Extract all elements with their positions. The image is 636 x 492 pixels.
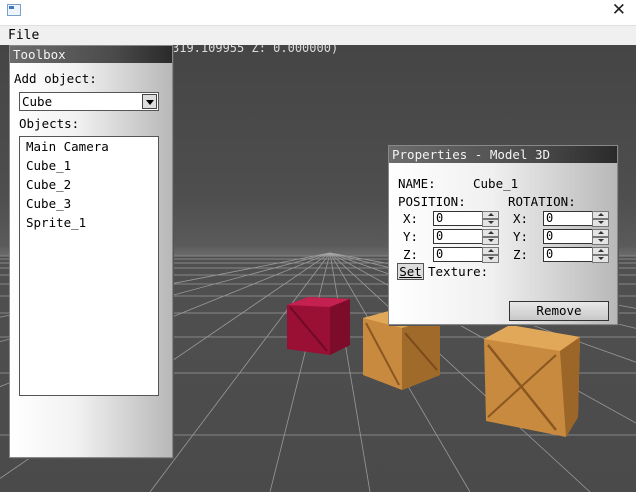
app-icon <box>7 4 21 16</box>
spin-down-icon[interactable] <box>592 219 609 227</box>
properties-title[interactable]: Properties - Model 3D <box>389 146 617 163</box>
position-z-label: Z: <box>403 247 419 262</box>
objects-label: Objects: <box>19 116 80 131</box>
list-item[interactable]: Sprite_1 <box>20 213 158 232</box>
window-title-bar: ✕ <box>0 0 636 24</box>
spin-up-icon[interactable] <box>592 229 609 237</box>
list-item[interactable]: Cube_1 <box>20 156 158 175</box>
spin-up-icon[interactable] <box>592 211 609 219</box>
position-x-field[interactable]: 0 <box>433 211 483 226</box>
rotation-y-field[interactable]: 0 <box>543 229 593 244</box>
remove-button[interactable]: Remove <box>509 301 609 321</box>
name-value: Cube_1 <box>473 176 519 191</box>
set-texture-button[interactable]: Set <box>397 263 424 280</box>
menu-bar: File <box>0 25 636 46</box>
rotation-x-field[interactable]: 0 <box>543 211 593 226</box>
spin-down-icon[interactable] <box>592 255 609 263</box>
position-label: POSITION: <box>398 194 466 209</box>
scene-viewport[interactable]: 319.109955 Z: 0.000000) Toolbox Add obje… <box>0 45 636 492</box>
position-y-field[interactable]: 0 <box>433 229 483 244</box>
toolbox-panel: Toolbox Add object: Cube Objects: Main C… <box>9 45 173 458</box>
add-object-label: Add object: <box>14 71 97 86</box>
properties-panel: Properties - Model 3D NAME: Cube_1 POSIT… <box>388 145 618 325</box>
chevron-down-icon[interactable] <box>142 94 157 109</box>
spin-down-icon[interactable] <box>482 219 499 227</box>
rotation-z-field[interactable]: 0 <box>543 247 593 262</box>
objects-list[interactable]: Main Camera Cube_1 Cube_2 Cube_3 Sprite_… <box>19 136 159 396</box>
position-y-stepper[interactable]: 0 <box>433 229 499 245</box>
add-object-dropdown[interactable]: Cube <box>19 92 159 111</box>
texture-label: Texture: <box>428 264 489 279</box>
spin-down-icon[interactable] <box>482 237 499 245</box>
name-label: NAME: <box>398 176 436 191</box>
position-x-label: X: <box>403 211 419 226</box>
spin-down-icon[interactable] <box>482 255 499 263</box>
spin-up-icon[interactable] <box>482 211 499 219</box>
list-item[interactable]: Main Camera <box>20 137 158 156</box>
rotation-z-label: Z: <box>513 247 529 262</box>
list-item[interactable]: Cube_2 <box>20 175 158 194</box>
red-cube <box>287 297 350 355</box>
position-x-stepper[interactable]: 0 <box>433 211 499 227</box>
rotation-y-label: Y: <box>513 229 529 244</box>
position-z-field[interactable]: 0 <box>433 247 483 262</box>
toolbox-title[interactable]: Toolbox <box>10 46 172 63</box>
spin-down-icon[interactable] <box>592 237 609 245</box>
spin-up-icon[interactable] <box>592 247 609 255</box>
rotation-label: ROTATION: <box>508 194 576 209</box>
wooden-crate-large <box>484 325 580 437</box>
rotation-z-stepper[interactable]: 0 <box>543 247 609 263</box>
menu-file[interactable]: File <box>8 28 39 43</box>
rotation-x-stepper[interactable]: 0 <box>543 211 609 227</box>
rotation-y-stepper[interactable]: 0 <box>543 229 609 245</box>
position-z-stepper[interactable]: 0 <box>433 247 499 263</box>
add-object-selected: Cube <box>22 94 53 109</box>
rotation-x-label: X: <box>513 211 529 226</box>
spin-up-icon[interactable] <box>482 229 499 237</box>
close-button[interactable]: ✕ <box>612 0 626 20</box>
list-item[interactable]: Cube_3 <box>20 194 158 213</box>
camera-coords-readout: 319.109955 Z: 0.000000) <box>172 45 339 55</box>
position-y-label: Y: <box>403 229 419 244</box>
spin-up-icon[interactable] <box>482 247 499 255</box>
